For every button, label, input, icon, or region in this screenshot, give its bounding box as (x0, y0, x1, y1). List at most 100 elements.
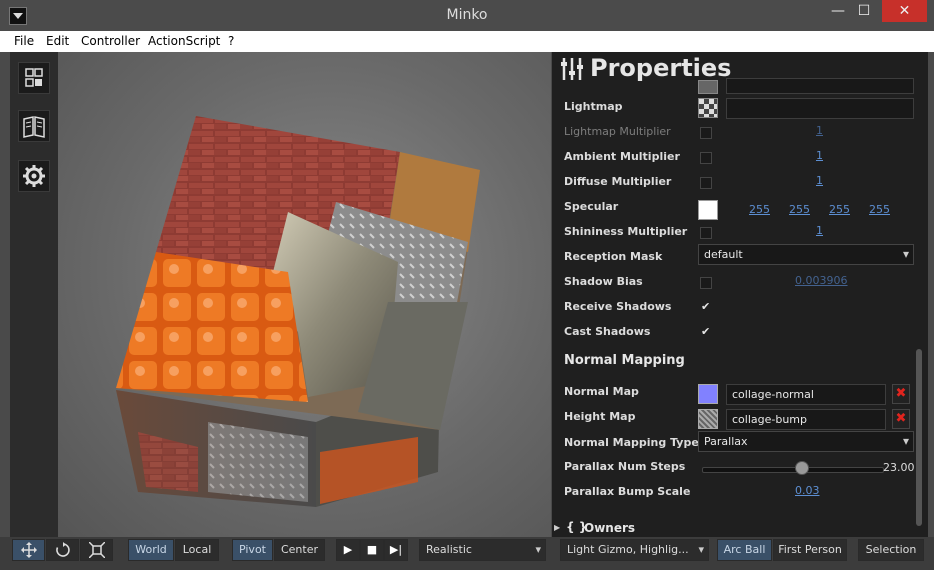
receive-shadows-checkbox[interactable] (700, 300, 712, 314)
ambient-multiplier-value[interactable]: 1 (816, 149, 823, 162)
menu-bar: File Edit Controller ActionScript ? (0, 31, 934, 52)
texture-thumbnail-partial[interactable] (698, 80, 718, 94)
remove-height-map-icon[interactable]: ✖ (892, 409, 910, 429)
receive-shadows-label: Receive Shadows (564, 300, 672, 313)
rotate-tool-button[interactable] (46, 539, 79, 561)
lightmap-multiplier-checkbox[interactable] (700, 127, 712, 139)
specular-a[interactable]: 255 (869, 203, 890, 216)
parallax-bump-scale-value[interactable]: 0.03 (795, 484, 820, 497)
properties-panel: Properties Lightmap Lightmap Multiplier … (552, 52, 928, 537)
ambient-multiplier-label: Ambient Multiplier (564, 150, 680, 163)
render-mode-select[interactable]: Realistic (419, 539, 546, 561)
scale-icon (87, 541, 106, 559)
parallax-bump-scale-label: Parallax Bump Scale (564, 485, 691, 498)
specular-color-swatch[interactable] (698, 200, 718, 220)
normal-mapping-type-select[interactable]: Parallax (698, 431, 914, 452)
reception-mask-select[interactable]: default (698, 244, 914, 265)
specular-b[interactable]: 255 (829, 203, 850, 216)
menu-edit[interactable]: Edit (46, 34, 69, 48)
expand-arrow-icon[interactable]: ▶ (554, 523, 560, 532)
library-button[interactable] (18, 110, 50, 142)
book-icon (23, 116, 45, 138)
properties-scrollbar[interactable] (916, 349, 922, 526)
maximize-button[interactable]: ☐ (851, 0, 877, 22)
title-bar: Minko — ☐ ✕ (0, 0, 934, 31)
play-icon: ▶ (343, 543, 353, 556)
arc-ball-button[interactable]: Arc Ball (717, 539, 772, 561)
shadow-bias-checkbox[interactable] (700, 277, 712, 289)
bottom-toolbar: World Local Pivot Center ▶ ■ ▶| Realisti… (0, 537, 934, 570)
scene-graph-button[interactable] (18, 62, 50, 94)
selection-button[interactable]: Selection (858, 539, 924, 561)
shadow-bias-value[interactable]: 0.003906 (795, 274, 848, 287)
stop-button[interactable]: ■ (360, 539, 384, 561)
cast-shadows-checkbox[interactable] (700, 325, 712, 339)
menu-help[interactable]: ? (228, 34, 234, 48)
height-map-thumbnail[interactable] (698, 409, 718, 429)
shininess-multiplier-label: Shininess Multiplier (564, 225, 688, 238)
minimize-button[interactable]: — (825, 0, 851, 22)
settings-button[interactable] (18, 160, 50, 192)
left-toolbar (10, 52, 58, 537)
world-space-button[interactable]: World (128, 539, 174, 561)
normal-map-field[interactable]: collage-normal (726, 384, 886, 405)
play-button[interactable]: ▶ (336, 539, 360, 561)
menu-file[interactable]: File (14, 34, 34, 48)
gizmo-options-select[interactable]: Light Gizmo, Highlig... (560, 539, 709, 561)
ambient-multiplier-checkbox[interactable] (700, 152, 712, 164)
menu-controller[interactable]: Controller (81, 34, 140, 48)
move-arrows-icon (20, 542, 37, 558)
shininess-multiplier-checkbox[interactable] (700, 227, 712, 239)
parallax-num-steps-value: 23.00 (883, 461, 915, 474)
pivot-button[interactable]: Pivot (232, 539, 273, 561)
diffuse-multiplier-value[interactable]: 1 (816, 174, 823, 187)
normal-mapping-type-value: Parallax (704, 435, 748, 448)
shadow-bias-label: Shadow Bias (564, 275, 643, 288)
lightmap-multiplier-value[interactable]: 1 (816, 124, 823, 137)
normal-map-label: Normal Map (564, 385, 639, 398)
parallax-num-steps-label: Parallax Num Steps (564, 460, 686, 473)
reception-mask-label: Reception Mask (564, 250, 663, 263)
owners-section[interactable]: ▶ { } Owners (552, 519, 928, 537)
owners-label: Owners (584, 521, 636, 535)
step-forward-icon: ▶| (389, 543, 403, 556)
textured-cube[interactable] (58, 52, 551, 537)
sliders-icon (561, 58, 583, 80)
3d-viewport[interactable] (58, 52, 551, 537)
lightmap-thumbnail[interactable] (698, 98, 718, 118)
menu-actionscript[interactable]: ActionScript (148, 34, 220, 48)
translate-tool-button[interactable] (12, 539, 45, 561)
lightmap-multiplier-label: Lightmap Multiplier (564, 125, 671, 138)
properties-title: Properties (590, 54, 732, 82)
center-button[interactable]: Center (274, 539, 325, 561)
parallax-num-steps-thumb[interactable] (795, 461, 809, 475)
cast-shadows-label: Cast Shadows (564, 325, 651, 338)
close-button[interactable]: ✕ (882, 0, 927, 22)
parallax-num-steps-slider[interactable] (702, 467, 884, 473)
normal-mapping-type-label: Normal Mapping Type (564, 436, 699, 449)
first-person-button[interactable]: First Person (773, 539, 847, 561)
diffuse-multiplier-checkbox[interactable] (700, 177, 712, 189)
scene-graph-icon (25, 68, 43, 87)
normal-mapping-section-title: Normal Mapping (564, 353, 685, 368)
local-space-button[interactable]: Local (175, 539, 219, 561)
height-map-label: Height Map (564, 410, 636, 423)
remove-normal-map-icon[interactable]: ✖ (892, 384, 910, 404)
stop-icon: ■ (366, 543, 378, 556)
window-title: Minko (446, 7, 488, 23)
lightmap-label: Lightmap (564, 100, 623, 113)
specular-label: Specular (564, 200, 619, 213)
height-map-field[interactable]: collage-bump (726, 409, 886, 430)
shininess-multiplier-value[interactable]: 1 (816, 224, 823, 237)
normal-map-thumbnail[interactable] (698, 384, 718, 404)
specular-r[interactable]: 255 (749, 203, 770, 216)
texture-field-partial[interactable] (726, 78, 914, 94)
specular-g[interactable]: 255 (789, 203, 810, 216)
lightmap-field[interactable] (726, 98, 914, 119)
reception-mask-value: default (704, 248, 743, 261)
gear-icon (23, 165, 45, 187)
rotate-icon (55, 542, 70, 557)
scale-tool-button[interactable] (80, 539, 113, 561)
step-button[interactable]: ▶| (384, 539, 408, 561)
diffuse-multiplier-label: Diffuse Multiplier (564, 175, 672, 188)
